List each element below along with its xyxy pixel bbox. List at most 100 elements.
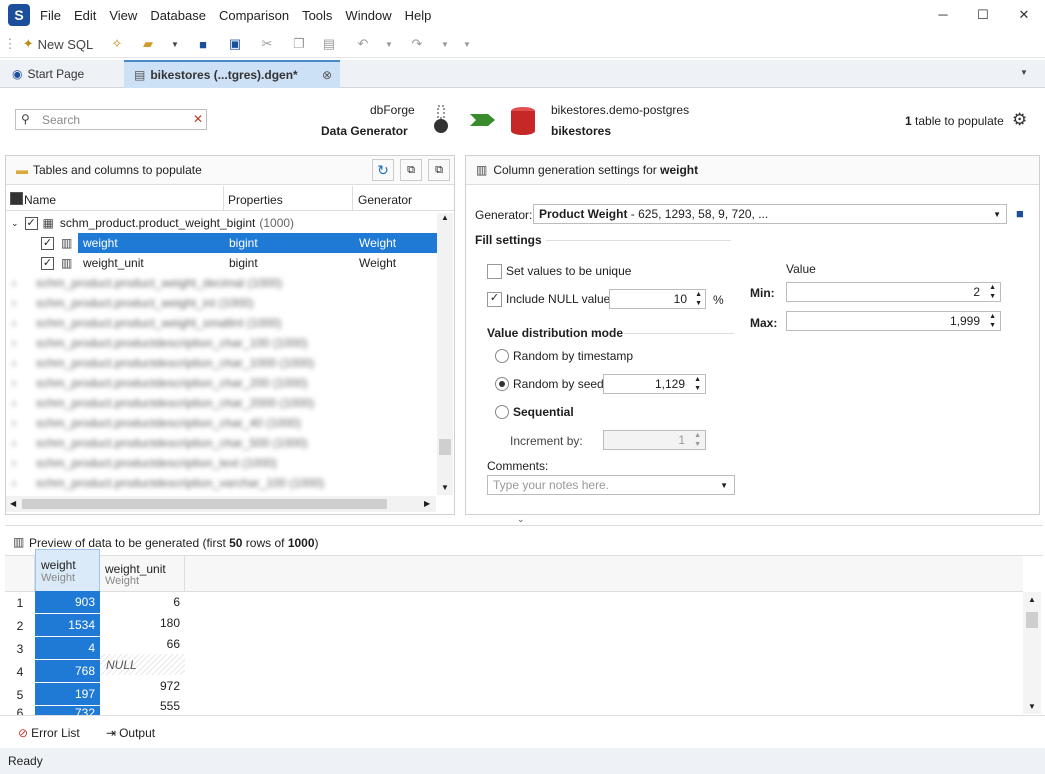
tab-bikestores-dgen[interactable]: ▤ bikestores (...tgres).dgen* ⊗ [124,60,340,88]
maximize-button[interactable]: ☐ [973,7,993,23]
table-row[interactable]: › schm_product.product_weight_decimal (10… [12,273,282,293]
toolbar-overflow-icon[interactable]: ▼ [462,34,472,54]
weight-cell[interactable]: 1534 [35,614,100,637]
table-row[interactable]: › schm_product.productdescription_char_10… [12,353,314,373]
refresh-icon[interactable]: ↻ [372,159,394,181]
table-row[interactable]: › schm_product.product_weight_smallint (1… [12,313,281,333]
output-tab[interactable]: ⇥ Output [106,726,155,740]
weight-cell[interactable]: 903 [35,591,100,614]
clear-search-icon[interactable]: ✕ [193,112,203,126]
menu-help[interactable]: Help [405,8,432,23]
scroll-down-icon[interactable]: ▼ [1028,702,1036,711]
scroll-left-icon[interactable]: ◀ [10,499,16,508]
table-row[interactable]: › schm_product.productdescription_char_20… [12,373,308,393]
weight-unit-cell-null[interactable]: NULL [100,654,185,675]
generator-select[interactable]: Product Weight - 625, 1293, 58, 9, 720, … [533,204,1007,224]
min-value-input[interactable]: 2 ▲ ▼ [786,282,1001,302]
max-value-input[interactable]: 1,999 ▲ ▼ [786,311,1001,331]
tabs-dropdown-icon[interactable]: ▼ [1020,68,1028,77]
menu-file[interactable]: File [40,8,61,23]
redo-icon[interactable]: ↷ [408,34,426,54]
weight-unit-cell[interactable]: 555 [100,696,185,716]
cut-icon[interactable]: ✂ [258,34,276,54]
error-list-tab[interactable]: ⊘ Error List [18,726,80,740]
menu-database[interactable]: Database [150,8,206,23]
increment-spin-icon[interactable]: ▲ ▼ [694,431,701,449]
unique-checkbox[interactable] [487,263,502,279]
random-timestamp-option[interactable]: Random by timestamp [495,346,633,366]
menu-edit[interactable]: Edit [74,8,96,23]
expand-all-icon[interactable]: ⧉ [400,159,422,181]
sequential-option[interactable]: Sequential [495,402,574,422]
open-folder-icon[interactable]: ▰ [138,34,158,54]
save-icon[interactable]: ■ [194,34,212,54]
scroll-thumb[interactable] [22,499,387,509]
collapse-chevron-icon[interactable]: ⌄ [11,218,19,229]
table-row[interactable]: ⌄ ✓ ▦ schm_product.product_weight_bigint… [6,213,436,233]
new-file-icon[interactable]: ✧ [108,34,126,54]
menu-comparison[interactable]: Comparison [219,8,289,23]
column-header-properties[interactable]: Properties [228,193,283,207]
menu-tools[interactable]: Tools [302,8,332,23]
scroll-up-icon[interactable]: ▲ [1028,595,1036,604]
sequential-radio[interactable] [495,405,509,419]
weight-cell[interactable]: 4 [35,637,100,660]
menu-window[interactable]: Window [345,8,391,23]
weight-cell[interactable]: 768 [35,660,100,683]
search-input[interactable]: ⚲ Search ✕ [15,109,207,130]
close-window-button[interactable]: ✕ [1014,7,1034,23]
column-checkbox[interactable]: ✓ [41,236,54,250]
weight-unit-cell[interactable]: 972 [100,675,185,696]
table-row[interactable]: › schm_product.productdescription_char_20… [12,393,314,413]
null-percent-input[interactable]: 10 ▲ ▼ [609,289,706,309]
scroll-thumb[interactable] [439,439,451,455]
null-checkbox[interactable]: ✓ [487,291,502,307]
column-header-name[interactable]: Name [24,193,56,207]
horizontal-scrollbar[interactable]: ◀ ▶ [6,496,436,512]
scroll-down-icon[interactable]: ▼ [441,483,449,492]
new-sql-button[interactable]: ✦ New SQL [22,34,94,54]
comments-input[interactable]: Type your notes here. ▼ [487,475,735,495]
scroll-up-icon[interactable]: ▲ [441,213,449,222]
paste-icon[interactable]: ▤ [320,34,338,54]
null-checkbox-row[interactable]: ✓ Include NULL values [487,289,616,309]
preview-column-weight[interactable]: weight Weight [35,549,100,592]
random-seed-option[interactable]: Random by seed [495,374,604,394]
unique-checkbox-row[interactable]: Set values to be unique [487,261,631,281]
weight-cell[interactable]: 197 [35,683,100,706]
weight-unit-cell[interactable]: 66 [100,633,185,654]
select-all-checkbox[interactable] [10,192,23,205]
table-checkbox[interactable]: ✓ [24,216,38,230]
scroll-right-icon[interactable]: ▶ [424,499,430,508]
table-row[interactable]: › schm_product.productdescription_char_40… [12,413,301,433]
table-row[interactable]: › schm_product.productdescription_varchar… [12,473,324,493]
min-spin-icon[interactable]: ▲ ▼ [989,283,996,301]
seed-spin-icon[interactable]: ▲ ▼ [694,375,701,393]
undo-dropdown-icon[interactable]: ▼ [384,34,394,54]
scroll-thumb[interactable] [1026,612,1038,628]
table-row[interactable]: › schm_product.productdescription_text (1… [12,453,277,473]
column-header-generator[interactable]: Generator [358,193,412,207]
tab-start-page[interactable]: ◉ Start Page [6,60,116,88]
seed-input[interactable]: 1,129 ▲ ▼ [603,374,706,394]
random-seed-radio[interactable] [495,377,509,391]
collapse-all-icon[interactable]: ⧉ [428,159,450,181]
column-row-weight-unit[interactable]: ✓ ▥ weight_unit bigint Weight [41,253,436,273]
column-checkbox[interactable]: ✓ [41,256,54,270]
save-all-icon[interactable]: ▣ [226,34,244,54]
column-row-weight[interactable]: ✓ ▥ weight bigint Weight [41,233,437,253]
open-dropdown-icon[interactable]: ▼ [170,34,180,54]
weight-unit-cell[interactable]: 6 [100,591,185,612]
vertical-scrollbar[interactable]: ▲ ▼ [437,213,453,495]
close-tab-icon[interactable]: ⊗ [322,68,332,82]
redo-dropdown-icon[interactable]: ▼ [440,34,450,54]
undo-icon[interactable]: ↶ [354,34,372,54]
increment-input[interactable]: 1 ▲ ▼ [603,430,706,450]
copy-icon[interactable]: ❐ [290,34,308,54]
weight-unit-cell[interactable]: 180 [100,612,185,633]
menu-view[interactable]: View [109,8,137,23]
null-percent-spin-icon[interactable]: ▲ ▼ [695,290,702,308]
preview-column-weight-unit[interactable]: weight_unit Weight [100,556,185,592]
table-row[interactable]: › schm_product.productdescription_char_50… [12,433,308,453]
comments-dropdown-icon[interactable]: ▼ [720,481,728,490]
